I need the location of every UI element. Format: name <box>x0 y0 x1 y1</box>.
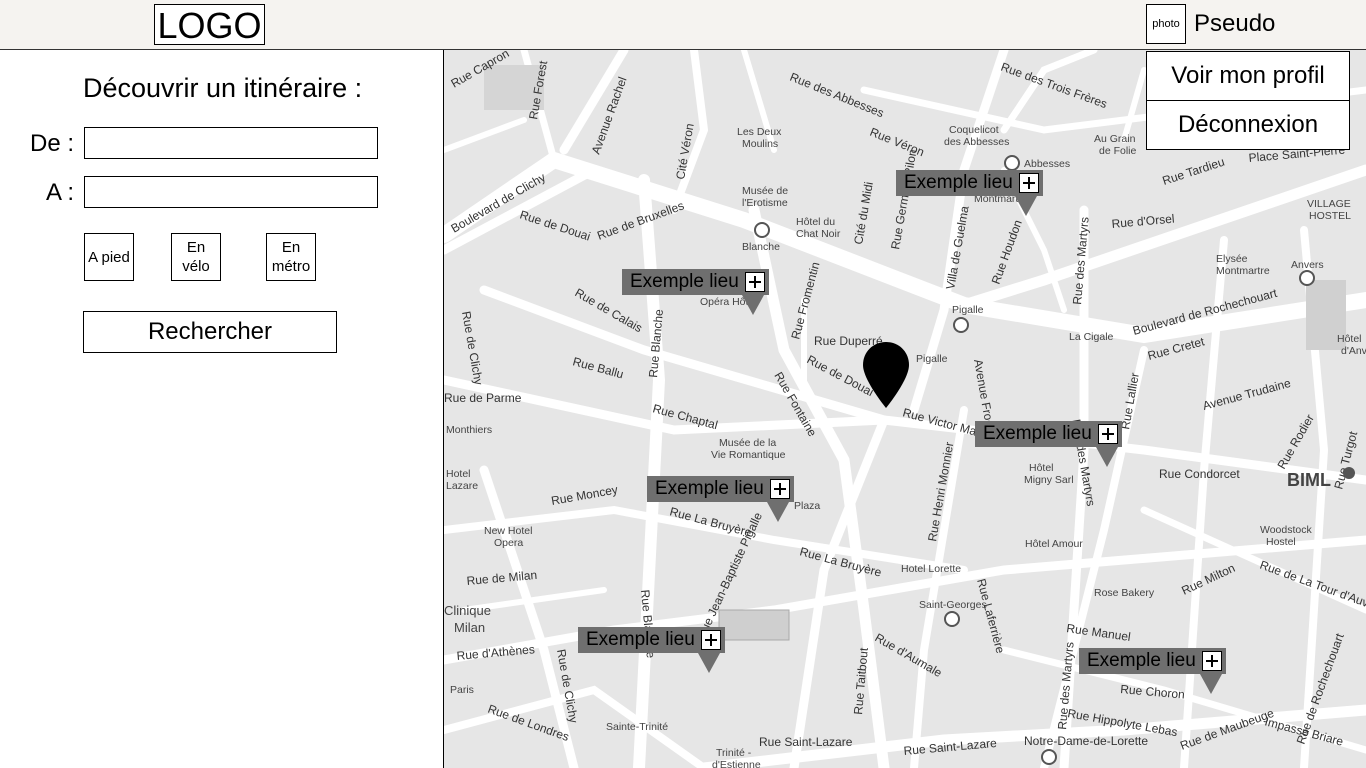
place-label: Exemple lieu <box>1087 650 1196 671</box>
place-label: Exemple lieu <box>655 478 764 499</box>
svg-text:d'Anv: d'Anv <box>1341 345 1366 357</box>
svg-text:Trinité -: Trinité - <box>716 747 752 759</box>
svg-text:Hostel: Hostel <box>1266 536 1296 548</box>
svg-text:Les Deux: Les Deux <box>737 126 782 138</box>
place-marker[interactable]: Exemple lieu <box>1079 648 1226 674</box>
svg-text:Hôtel Amour: Hôtel Amour <box>1025 538 1083 550</box>
svg-text:New Hotel: New Hotel <box>484 525 532 537</box>
place-marker[interactable]: Exemple lieu <box>975 421 1122 447</box>
svg-text:Elysée: Elysée <box>1216 253 1248 265</box>
svg-text:Hotel Lorette: Hotel Lorette <box>901 563 961 575</box>
metro-mode-button[interactable]: En métro <box>266 233 316 281</box>
svg-text:Milan: Milan <box>454 620 485 635</box>
svg-text:des Abbesses: des Abbesses <box>944 136 1009 148</box>
add-icon[interactable] <box>1018 173 1039 193</box>
to-input[interactable] <box>84 176 378 208</box>
svg-text:Au Grain: Au Grain <box>1094 133 1136 145</box>
top-bar: LOGO photo Pseudo <box>0 0 1366 50</box>
username[interactable]: Pseudo <box>1194 8 1275 40</box>
svg-text:Chat Noir: Chat Noir <box>796 228 841 240</box>
svg-text:Vie Romantique: Vie Romantique <box>711 449 786 461</box>
place-marker[interactable]: Exemple lieu <box>896 170 1043 196</box>
view-profile-item[interactable]: Voir mon profil <box>1147 52 1349 100</box>
walk-mode-button[interactable]: A pied <box>84 233 134 281</box>
avatar[interactable]: photo <box>1146 4 1186 44</box>
svg-text:Lazare: Lazare <box>446 480 478 492</box>
panel-title: Découvrir un itinéraire : <box>83 73 363 103</box>
location-pin-icon[interactable] <box>863 340 909 410</box>
svg-text:Woodstock: Woodstock <box>1260 524 1312 536</box>
to-label: A : <box>46 179 75 206</box>
place-label: Exemple lieu <box>983 423 1092 444</box>
marker-pointer <box>1200 674 1222 694</box>
svg-text:HOSTEL: HOSTEL <box>1309 210 1351 222</box>
svg-text:Montmartre: Montmartre <box>1216 265 1270 277</box>
svg-text:Musée de: Musée de <box>742 185 788 197</box>
svg-text:Abbesses: Abbesses <box>1024 158 1070 170</box>
svg-text:Rue Condorcet: Rue Condorcet <box>1159 467 1240 481</box>
svg-text:Moulins: Moulins <box>742 138 778 150</box>
svg-text:Blanche: Blanche <box>742 241 780 253</box>
bike-mode-button[interactable]: En vélo <box>171 233 221 281</box>
svg-text:Sainte-Trinité: Sainte-Trinité <box>606 721 668 733</box>
svg-text:Hôtel du: Hôtel du <box>796 216 835 228</box>
svg-text:Migny Sarl: Migny Sarl <box>1024 474 1074 486</box>
svg-text:Hotel: Hotel <box>446 468 471 480</box>
svg-text:Clinique: Clinique <box>444 603 491 618</box>
landmark-label: BIML <box>1287 470 1331 490</box>
add-icon[interactable] <box>769 479 790 499</box>
svg-text:La Cigale: La Cigale <box>1069 331 1114 343</box>
route-panel: Découvrir un itinéraire : De : A : A pie… <box>0 50 444 768</box>
logo[interactable]: LOGO <box>154 4 265 46</box>
svg-text:Anvers: Anvers <box>1291 259 1324 271</box>
svg-text:Opera: Opera <box>494 537 523 549</box>
svg-text:Hôtel: Hôtel <box>1029 462 1054 474</box>
svg-text:Plaza: Plaza <box>794 500 820 512</box>
svg-text:l'Erotisme: l'Erotisme <box>742 197 788 209</box>
place-marker[interactable]: Exemple lieu <box>647 476 794 502</box>
add-icon[interactable] <box>1201 651 1222 671</box>
svg-text:de Folie: de Folie <box>1099 145 1137 157</box>
marker-pointer <box>698 653 720 673</box>
from-label: De : <box>30 130 75 157</box>
place-label: Exemple lieu <box>586 629 695 650</box>
from-input[interactable] <box>84 127 378 159</box>
svg-text:Coquelicot: Coquelicot <box>949 124 999 136</box>
marker-pointer <box>1096 447 1118 467</box>
svg-text:Saint-Georges: Saint-Georges <box>919 599 987 611</box>
add-icon[interactable] <box>1097 424 1118 444</box>
svg-text:Rue Saint-Lazare: Rue Saint-Lazare <box>759 735 853 749</box>
place-label: Exemple lieu <box>904 172 1013 193</box>
marker-pointer <box>742 295 764 315</box>
search-button[interactable]: Rechercher <box>83 311 337 353</box>
svg-text:d'Estienne: d'Estienne <box>712 759 761 768</box>
svg-text:Notre-Dame-de-Lorette: Notre-Dame-de-Lorette <box>1024 734 1148 748</box>
svg-text:Pigalle: Pigalle <box>952 304 984 316</box>
svg-text:Monthiers: Monthiers <box>446 424 492 436</box>
marker-pointer <box>767 502 789 522</box>
svg-text:Musée de la: Musée de la <box>719 437 776 449</box>
svg-text:Rue de Parme: Rue de Parme <box>444 391 522 405</box>
svg-text:Rose Bakery: Rose Bakery <box>1094 587 1155 599</box>
svg-text:Paris: Paris <box>450 684 474 696</box>
place-marker[interactable]: Exemple lieu <box>622 269 769 295</box>
logout-item[interactable]: Déconnexion <box>1147 100 1349 149</box>
user-menu: Voir mon profil Déconnexion <box>1146 51 1350 150</box>
svg-text:Hôtel: Hôtel <box>1337 333 1362 345</box>
marker-pointer <box>1015 196 1037 216</box>
add-icon[interactable] <box>700 630 721 650</box>
svg-text:VILLAGE: VILLAGE <box>1307 198 1351 210</box>
place-marker[interactable]: Exemple lieu <box>578 627 725 653</box>
map[interactable]: Rue Capron Rue Forest Avenue Rachel Cité… <box>444 50 1366 768</box>
add-icon[interactable] <box>744 272 765 292</box>
place-label: Exemple lieu <box>630 271 739 292</box>
svg-text:Pigalle: Pigalle <box>916 353 948 365</box>
